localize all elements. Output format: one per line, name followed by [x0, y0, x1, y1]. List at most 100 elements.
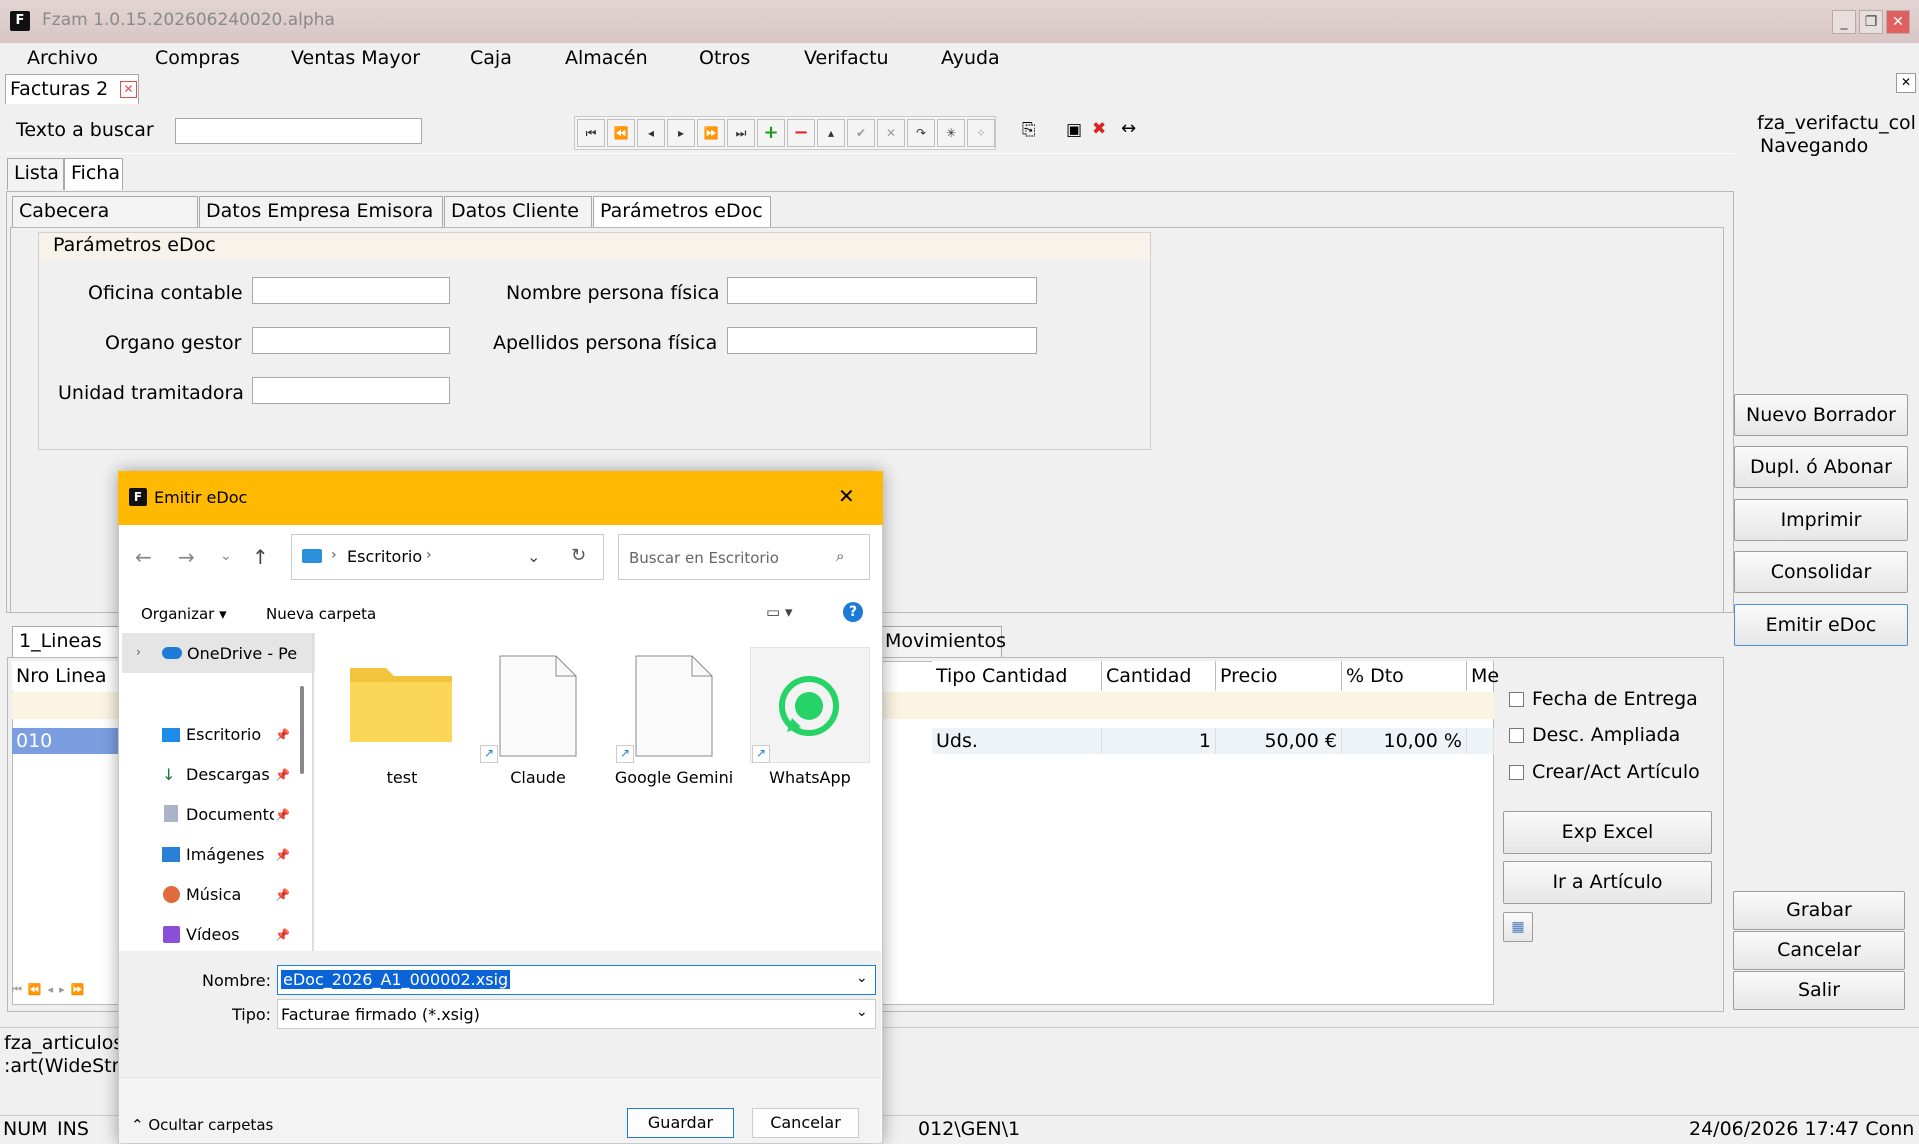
cell-dto[interactable]: 10,00 %: [1342, 728, 1467, 754]
menu-ayuda[interactable]: Ayuda: [941, 47, 1000, 69]
calculator-icon[interactable]: ▦: [1503, 912, 1533, 942]
breadcrumb-escritorio[interactable]: Escritorio: [347, 547, 422, 566]
close-form-icon[interactable]: ✕: [1896, 73, 1916, 93]
tab-ficha[interactable]: Ficha: [64, 158, 123, 190]
file-google-gemini[interactable]: Google Gemini: [609, 768, 739, 787]
star-icon[interactable]: ✳: [937, 119, 965, 147]
resize-icon[interactable]: ↔: [1121, 118, 1136, 139]
file-test[interactable]: test: [337, 768, 467, 787]
next-icon[interactable]: ▸: [667, 119, 695, 147]
menu-compras[interactable]: Compras: [155, 47, 240, 69]
desc-ampliada-checkbox[interactable]: [1509, 728, 1524, 743]
cell-tipo[interactable]: Uds.: [932, 728, 1102, 754]
tab-lineas[interactable]: 1_Lineas de: [12, 626, 132, 681]
col-tipo-cantidad[interactable]: Tipo Cantidad: [932, 661, 1102, 691]
address-dropdown-icon[interactable]: ⌄: [527, 547, 540, 566]
recent-dropdown-icon[interactable]: ⌄: [220, 548, 232, 564]
imprimir-button[interactable]: Imprimir: [1734, 499, 1908, 541]
dialog-close-icon[interactable]: ✕: [838, 484, 855, 508]
menu-archivo[interactable]: Archivo: [27, 47, 98, 69]
cell-cantidad[interactable]: 1: [1102, 728, 1216, 754]
col-dto[interactable]: % Dto: [1342, 661, 1467, 691]
filename-dropdown-icon[interactable]: ⌄: [856, 970, 868, 986]
up-arrow-icon[interactable]: ↑: [252, 545, 269, 569]
address-bar[interactable]: [291, 534, 604, 580]
grabar-button[interactable]: Grabar: [1733, 891, 1905, 930]
tab-cabecera-borrador[interactable]: Cabecera Borrador: [12, 196, 198, 251]
gemini-shortcut-icon[interactable]: [634, 654, 714, 758]
nombre-field[interactable]: [727, 277, 1037, 304]
cell-precio[interactable]: 50,00 €: [1216, 728, 1342, 754]
cell-me[interactable]: [1467, 728, 1494, 754]
menu-verifactu[interactable]: Verifactu: [804, 47, 889, 69]
nav-musica[interactable]: Música: [186, 885, 241, 904]
filetype-dropdown-icon[interactable]: ⌄: [856, 1004, 868, 1020]
nav-descargas[interactable]: Descargas: [186, 765, 270, 784]
hide-folders-button[interactable]: ⌃ Ocultar carpetas: [131, 1116, 273, 1134]
view-options-icon[interactable]: ▭ ▾: [766, 603, 792, 621]
menu-ventas-mayor[interactable]: Ventas Mayor: [291, 47, 420, 69]
nav-escritorio[interactable]: Escritorio: [186, 725, 261, 744]
tab-datos-empresa[interactable]: Datos Empresa Emisora -: [199, 196, 443, 251]
tab-lista[interactable]: Lista: [7, 158, 64, 190]
tab-parametros-edoc[interactable]: Parámetros eDoc -: [593, 196, 771, 251]
sparkle-icon[interactable]: ✧: [967, 119, 995, 147]
next-page-icon[interactable]: ⏩: [697, 119, 725, 147]
organo-field[interactable]: [252, 327, 450, 354]
cancel-icon[interactable]: ✕: [877, 119, 905, 147]
dupl-abonar-button[interactable]: Dupl. ó Abonar: [1734, 446, 1908, 488]
col-precio-salida[interactable]: Precio Salida: [1216, 661, 1342, 717]
crear-articulo-checkbox[interactable]: [1509, 765, 1524, 780]
menu-caja[interactable]: Caja: [470, 47, 512, 69]
nav-scrollbar[interactable]: [300, 686, 304, 774]
unidad-field[interactable]: [252, 377, 450, 404]
fecha-entrega-checkbox[interactable]: [1509, 692, 1524, 707]
nav-videos[interactable]: Vídeos: [186, 925, 240, 944]
emitir-edoc-button[interactable]: Emitir eDoc: [1734, 604, 1908, 646]
oficina-field[interactable]: [252, 277, 450, 304]
nav-imagenes[interactable]: Imágenes: [186, 845, 264, 864]
close-tab-icon[interactable]: ✕: [120, 81, 137, 98]
grid-navigator[interactable]: ⏮⏪◂▸⏩: [12, 983, 120, 1003]
tab-datos-cliente[interactable]: Datos Cliente -: [444, 196, 592, 251]
back-arrow-icon[interactable]: ←: [135, 545, 152, 569]
file-claude[interactable]: Claude: [473, 768, 603, 787]
col-nro-linea[interactable]: Nro Linea: [12, 661, 120, 691]
guardar-button[interactable]: Guardar: [627, 1108, 734, 1138]
forward-arrow-icon[interactable]: →: [178, 545, 195, 569]
organize-button[interactable]: Organizar ▾: [141, 605, 227, 623]
refresh-icon[interactable]: ↷: [907, 119, 935, 147]
delete-db-icon[interactable]: ✖: [1092, 119, 1106, 139]
file-whatsapp[interactable]: WhatsApp: [745, 768, 875, 787]
menu-otros[interactable]: Otros: [699, 47, 750, 69]
exp-excel-button[interactable]: Exp Excel: [1503, 811, 1712, 854]
expand-chevron-icon[interactable]: ›: [136, 645, 141, 659]
apellidos-field[interactable]: [727, 327, 1037, 354]
help-icon[interactable]: ?: [843, 602, 863, 622]
menu-almacen[interactable]: Almacén: [565, 47, 648, 69]
col-cantidad[interactable]: Cantidad: [1102, 661, 1216, 691]
cancelar-button[interactable]: Cancelar: [1733, 931, 1905, 970]
prev-icon[interactable]: ◂: [637, 119, 665, 147]
new-folder-button[interactable]: Nueva carpeta: [266, 605, 376, 623]
col-me[interactable]: Me: [1467, 661, 1499, 691]
nav-splitter[interactable]: [312, 633, 314, 951]
folder-icon[interactable]: [348, 662, 454, 744]
first-icon[interactable]: ⏮: [577, 119, 605, 147]
salir-button[interactable]: Salir: [1733, 971, 1905, 1010]
dialog-cancelar-button[interactable]: Cancelar: [752, 1108, 859, 1138]
close-window-button[interactable]: ✕: [1886, 10, 1910, 34]
consolidar-button[interactable]: Consolidar: [1734, 551, 1908, 593]
nav-documentos[interactable]: Documentos: [186, 805, 274, 824]
confirm-icon[interactable]: ✔: [847, 119, 875, 147]
last-icon[interactable]: ⏭: [727, 119, 755, 147]
remove-icon[interactable]: −: [787, 119, 815, 147]
add-icon[interactable]: +: [757, 119, 785, 147]
save-db-icon[interactable]: ▣: [1066, 120, 1082, 140]
minimize-button[interactable]: _: [1832, 10, 1856, 34]
search-input[interactable]: [175, 118, 422, 144]
copy-record-icon[interactable]: ⎘: [1022, 120, 1036, 140]
ir-articulo-button[interactable]: Ir a Artículo: [1503, 861, 1712, 904]
up-icon[interactable]: ▴: [817, 119, 845, 147]
claude-shortcut-icon[interactable]: [498, 654, 578, 758]
